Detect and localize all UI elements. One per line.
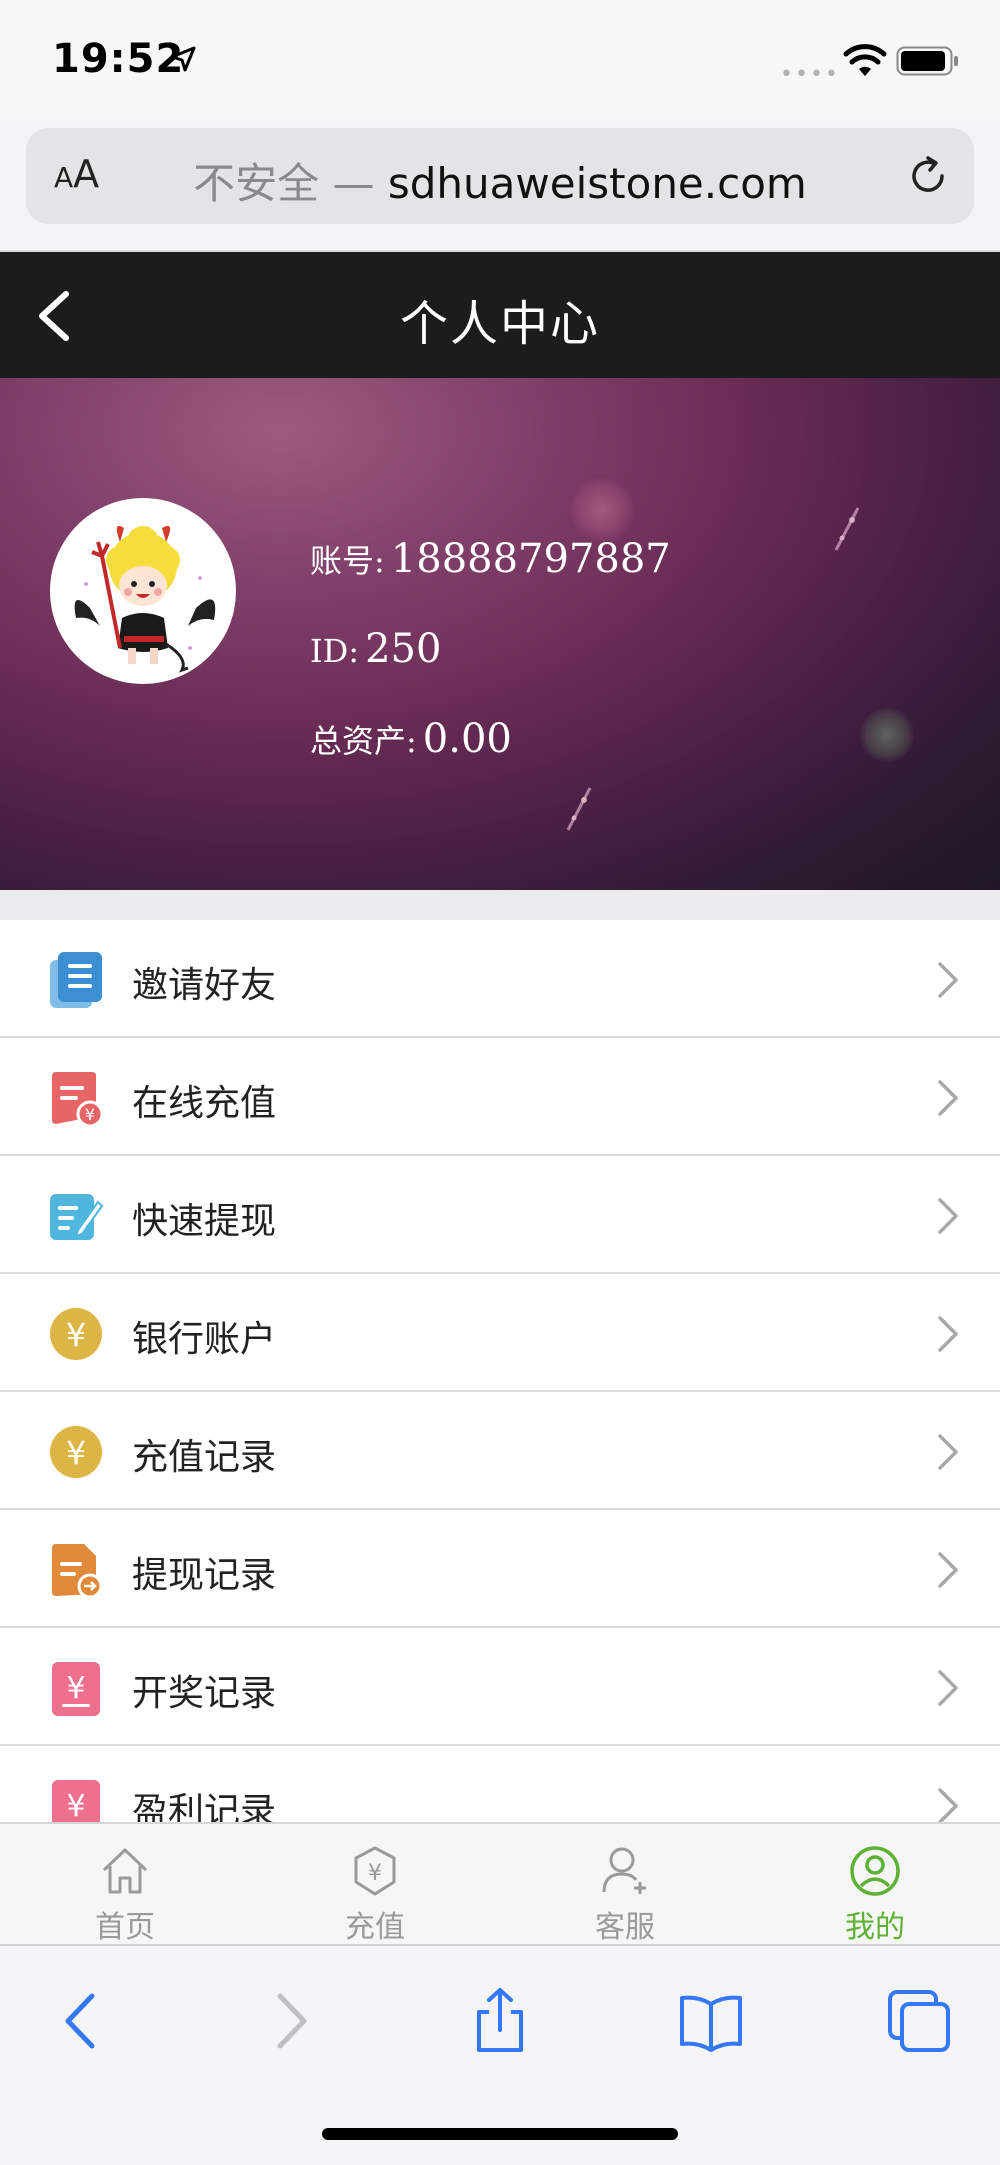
avatar[interactable] — [50, 498, 236, 684]
tab-mine[interactable]: 我的 — [750, 1824, 1000, 1946]
total-assets-label: 总资产: — [310, 722, 417, 760]
url-domain: sdhuaweistone.com — [387, 159, 807, 208]
total-assets-row: 总资产: 0.00 — [310, 716, 512, 762]
sparkle-decoration — [566, 787, 592, 831]
chevron-right-icon — [938, 1434, 958, 1470]
recharge-shield-icon: ¥ — [354, 1846, 396, 1896]
svg-text:¥: ¥ — [66, 1789, 85, 1824]
home-icon — [102, 1848, 148, 1894]
menu-item-label: 充值记录 — [132, 1437, 277, 1478]
tab-recharge[interactable]: ¥ 充值 — [250, 1824, 500, 1946]
url-display[interactable]: 不安全 — sdhuaweistone.com — [26, 150, 974, 211]
menu-item-online-recharge[interactable]: ¥ 在线充值 — [0, 1038, 1000, 1156]
sparkle-decoration — [834, 507, 860, 551]
tab-label: 客服 — [595, 1910, 655, 1945]
svg-text:¥: ¥ — [85, 1105, 95, 1124]
id-row: ID: 250 — [310, 626, 441, 672]
add-user-icon — [602, 1847, 646, 1894]
invite-doc-icon — [50, 952, 102, 1008]
home-indicator — [322, 2128, 678, 2140]
devil-cartoon-icon — [74, 525, 216, 673]
battery-icon — [896, 46, 958, 76]
total-assets-value: 0.00 — [422, 716, 512, 762]
menu-item-invite-friends[interactable]: 邀请好友 — [0, 920, 1000, 1038]
address-bar[interactable]: AA 不安全 — sdhuaweistone.com — [26, 128, 974, 224]
page-title: 个人中心 — [399, 296, 600, 352]
chevron-right-icon — [938, 1080, 958, 1116]
account-label: 账号: — [310, 542, 385, 580]
menu-item-lottery-records[interactable]: ¥ 开奖记录 — [0, 1628, 1000, 1746]
wifi-icon — [843, 44, 887, 76]
withdraw-edit-icon — [50, 1194, 104, 1240]
forward-icon[interactable] — [254, 1986, 324, 2056]
profile-banner: 账号: 18888797887 ID: 250 总资产: 0.00 — [0, 378, 1000, 890]
menu-item-recharge-records[interactable]: ¥ 充值记录 — [0, 1392, 1000, 1510]
bookmarks-icon[interactable] — [676, 1986, 746, 2056]
menu-item-quick-withdraw[interactable]: 快速提现 — [0, 1156, 1000, 1274]
tabs-icon[interactable] — [884, 1986, 954, 2056]
recharge-bill-icon: ¥ — [52, 1072, 104, 1128]
svg-text:¥: ¥ — [368, 1861, 382, 1886]
chevron-right-icon — [938, 1788, 958, 1824]
tab-label: 充值 — [345, 1910, 405, 1945]
back-icon[interactable] — [48, 1986, 118, 2056]
menu-item-label: 快速提现 — [132, 1201, 277, 1242]
signal-dots: •••• — [780, 62, 840, 87]
svg-text:¥: ¥ — [66, 1671, 85, 1706]
chevron-right-icon — [938, 1316, 958, 1352]
bokeh-decoration — [570, 478, 634, 542]
bottom-tab-bar: 首页 ¥ 充值 客服 我的 — [0, 1822, 1000, 1946]
lottery-record-icon: ¥ — [52, 1662, 100, 1716]
app-header: 个人中心 — [0, 252, 1000, 378]
menu-item-label: 提现记录 — [132, 1555, 277, 1596]
menu-item-label: 在线充值 — [132, 1083, 277, 1124]
chevron-right-icon — [938, 1670, 958, 1706]
menu-item-label: 邀请好友 — [132, 965, 277, 1006]
chevron-right-icon — [938, 962, 958, 998]
account-row: 账号: 18888797887 — [310, 536, 671, 582]
chevron-right-icon — [938, 1552, 958, 1588]
screen: 19:52 •••• AA 不安全 — sdhuaweistone.com 个人… — [0, 0, 1000, 2165]
section-gap — [0, 890, 1000, 920]
withdraw-record-icon — [52, 1544, 103, 1599]
menu-item-bank-account[interactable]: ¥ 银行账户 — [0, 1274, 1000, 1392]
menu-item-label: 银行账户 — [132, 1319, 277, 1360]
menu-item-label: 开奖记录 — [132, 1673, 277, 1714]
location-arrow-icon — [170, 46, 196, 72]
account-value: 18888797887 — [390, 536, 671, 582]
insecure-label: 不安全 — — [193, 159, 375, 208]
chevron-right-icon — [938, 1198, 958, 1234]
id-label: ID: — [310, 632, 360, 670]
status-bar: 19:52 •••• — [0, 0, 1000, 120]
menu-list: 邀请好友 ¥ 在线充值 快速提现 ¥ 银行账户 ¥ 充值记录 提现记录 ¥ 开奖… — [0, 920, 1000, 1868]
yen-coin-icon: ¥ — [50, 1308, 102, 1360]
reload-icon[interactable] — [904, 152, 952, 200]
svg-text:¥: ¥ — [66, 1434, 86, 1472]
tab-label: 我的 — [845, 1910, 905, 1945]
bokeh-decoration — [860, 708, 914, 762]
id-value: 250 — [365, 626, 442, 672]
tab-customer-service[interactable]: 客服 — [500, 1824, 750, 1946]
tab-label: 首页 — [95, 1910, 155, 1945]
tab-home[interactable]: 首页 — [0, 1824, 250, 1946]
status-time: 19:52 — [52, 36, 185, 82]
svg-text:¥: ¥ — [66, 1316, 86, 1354]
profile-icon — [850, 1846, 900, 1896]
menu-item-withdraw-records[interactable]: 提现记录 — [0, 1510, 1000, 1628]
share-icon[interactable] — [465, 1986, 535, 2056]
yen-coin-icon: ¥ — [50, 1426, 102, 1478]
